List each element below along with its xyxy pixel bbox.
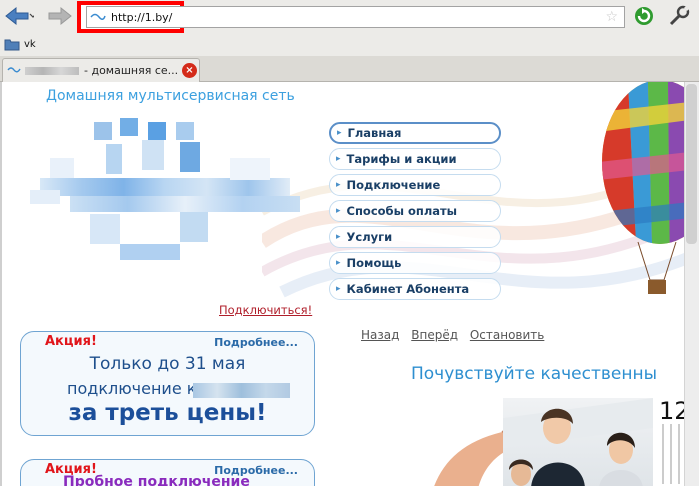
url-text[interactable]: http://1.by/ — [111, 11, 172, 24]
menu-item-cabinet[interactable]: ▸ Кабинет Абонента — [329, 278, 501, 300]
site-title: Домашняя мультисервисная сеть — [46, 88, 295, 104]
folder-icon — [4, 39, 20, 51]
page-scrollbar-thumb[interactable] — [686, 84, 697, 244]
promo-trial-line: Пробное подключение — [63, 474, 250, 486]
site-favicon-icon — [90, 13, 106, 20]
menu-item-label: Тарифы и акции — [346, 152, 457, 166]
menu-item-label: Услуги — [346, 230, 393, 244]
hot-air-balloon-image — [602, 82, 684, 294]
menu-item-label: Подключение — [346, 178, 441, 192]
forward-arrow-icon — [48, 6, 72, 26]
people-illustration — [503, 398, 653, 486]
promo-blurred-provider — [193, 383, 290, 398]
calendar-number: 12 — [659, 397, 684, 425]
promo-card-trial[interactable]: Акция! Подробнее... Пробное подключение — [20, 459, 315, 486]
menu-arrow-icon: ▸ — [336, 154, 341, 164]
tab-strip: - домашняя се... × — [0, 56, 699, 130]
tab-close-icon[interactable]: × — [182, 63, 197, 78]
bookmark-star-icon[interactable]: ☆ — [605, 9, 618, 25]
web-page: Домашняя мультисервисная сеть ▸ Главная ▸… — [0, 82, 684, 486]
promo-more-link[interactable]: Подробнее... — [214, 336, 298, 349]
menu-arrow-icon: ▸ — [336, 232, 341, 242]
menu-item-services[interactable]: ▸ Услуги — [329, 226, 501, 248]
forward-button[interactable] — [46, 5, 74, 27]
menu-arrow-icon: ▸ — [336, 284, 341, 294]
menu-item-label: Кабинет Абонента — [346, 282, 470, 296]
menu-item-home[interactable]: ▸ Главная — [329, 122, 501, 144]
menu-arrow-icon: ▸ — [336, 258, 341, 268]
menu-item-payment[interactable]: ▸ Способы оплаты — [329, 200, 501, 222]
menu-item-connection[interactable]: ▸ Подключение — [329, 174, 501, 196]
tab-title-blurred — [25, 66, 79, 75]
menu-arrow-icon: ▸ — [337, 128, 342, 138]
reload-icon — [635, 7, 653, 25]
menu-item-label: Главная — [347, 126, 402, 140]
team-photo-image — [503, 398, 653, 486]
main-menu: ▸ Главная ▸ Тарифы и акции ▸ Подключение ▸ С… — [329, 122, 501, 304]
bookmarks-toolbar: vk — [0, 34, 699, 56]
calendar-grid-icon — [662, 424, 680, 484]
tab-favicon-icon — [7, 67, 21, 73]
tab-title: - домашняя се... — [84, 64, 179, 77]
calendar-image: 12 — [657, 397, 684, 486]
menu-item-help[interactable]: ▸ Помощь — [329, 252, 501, 274]
promo-line-1: Только до 31 мая — [89, 354, 246, 374]
slider-controls: Назад Вперёд Остановить — [361, 328, 552, 342]
reload-button[interactable] — [632, 5, 656, 27]
tab-active[interactable]: - домашняя се... × — [2, 58, 200, 82]
subscribe-link[interactable]: Подключиться! — [219, 303, 312, 317]
navigation-toolbar: http://1.by/ ☆ — [0, 0, 699, 34]
tools-button[interactable] — [666, 5, 692, 27]
wrench-icon — [669, 5, 690, 26]
back-arrow-icon — [5, 6, 34, 26]
slider-forward-link[interactable]: Вперёд — [411, 328, 458, 342]
menu-arrow-icon: ▸ — [336, 206, 341, 216]
promo-line-3: за треть цены! — [68, 400, 267, 426]
promo-badge: Акция! — [45, 334, 97, 349]
menu-item-label: Способы оплаты — [346, 204, 458, 218]
back-button[interactable] — [4, 5, 34, 27]
bookmark-folder-vk[interactable]: vk — [4, 37, 36, 51]
menu-arrow-icon: ▸ — [336, 180, 341, 190]
slider-tagline: Почувствуйте качественны — [411, 364, 658, 384]
bookmark-folder-label: vk — [24, 38, 36, 50]
menu-item-tariffs[interactable]: ▸ Тарифы и акции — [329, 148, 501, 170]
slider-stop-link[interactable]: Остановить — [470, 328, 545, 342]
promo-line-2: подключение к — [67, 379, 197, 398]
promo-card[interactable]: Акция! Подробнее... Только до 31 мая под… — [20, 331, 315, 436]
slider-back-link[interactable]: Назад — [361, 328, 399, 342]
menu-item-label: Помощь — [346, 256, 402, 270]
browser-window: http://1.by/ ☆ vk - домашняя се... × Дом… — [0, 0, 699, 486]
address-bar[interactable]: http://1.by/ ☆ — [86, 6, 625, 28]
